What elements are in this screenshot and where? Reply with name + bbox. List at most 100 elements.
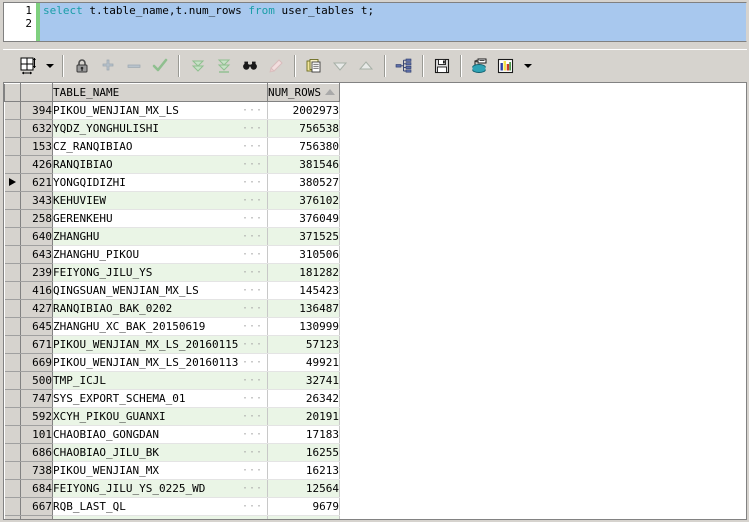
- cell-expand-ellipsis[interactable]: ···: [242, 480, 263, 497]
- row-marker[interactable]: [4, 317, 21, 336]
- cell-expand-ellipsis[interactable]: ···: [242, 282, 263, 299]
- cell-table-name[interactable]: RQB_GQSJ ···: [52, 515, 268, 519]
- row-marker[interactable]: [4, 425, 21, 444]
- cell-expand-ellipsis[interactable]: ···: [242, 318, 263, 335]
- cell-num-rows[interactable]: 136487: [267, 299, 340, 318]
- row-marker[interactable]: [4, 371, 21, 390]
- cell-num-rows[interactable]: 130999: [267, 317, 340, 336]
- table-row[interactable]: 426 RANQIBIAO ··· 381546: [4, 155, 340, 174]
- cell-num-rows[interactable]: 9679: [267, 497, 340, 516]
- column-header-table-name[interactable]: TABLE_NAME: [52, 83, 268, 102]
- cell-table-name[interactable]: FEIYONG_JILU_YS ···: [52, 263, 268, 282]
- delete-row-icon[interactable]: [121, 53, 147, 79]
- row-marker[interactable]: [4, 497, 21, 516]
- cell-table-name[interactable]: TMP_ICJL ···: [52, 371, 268, 390]
- cell-num-rows[interactable]: 49921: [267, 353, 340, 372]
- row-marker[interactable]: [4, 479, 21, 498]
- row-marker[interactable]: [4, 155, 21, 174]
- cell-expand-ellipsis[interactable]: ···: [242, 228, 263, 245]
- cell-expand-ellipsis[interactable]: ···: [242, 174, 263, 191]
- table-row[interactable]: 686 CHAOBIAO_JILU_BK ··· 16255: [4, 443, 340, 462]
- cell-expand-ellipsis[interactable]: ···: [242, 354, 263, 371]
- row-marker[interactable]: [4, 335, 21, 354]
- cell-expand-ellipsis[interactable]: ···: [242, 426, 263, 443]
- table-row[interactable]: 643 ZHANGHU_PIKOU ··· 310506: [4, 245, 340, 264]
- cell-expand-ellipsis[interactable]: ···: [242, 264, 263, 281]
- cell-expand-ellipsis[interactable]: ···: [242, 138, 263, 155]
- row-marker[interactable]: [4, 389, 21, 408]
- table-row[interactable]: 640 ZHANGHU ··· 371525: [4, 227, 340, 246]
- cell-table-name[interactable]: PIKOU_WENJIAN_MX_LS_20160115 ···: [52, 335, 268, 354]
- results-grid[interactable]: TABLE_NAME NUM_ROWS 394 PIKOU_WENJIAN_MX_…: [3, 82, 747, 520]
- sql-text-area[interactable]: select t.table_name,t.num_rows from user…: [40, 3, 746, 41]
- post-changes-icon[interactable]: [147, 53, 173, 79]
- table-row[interactable]: 101 CHAOBIAO_GONGDAN ··· 17183: [4, 425, 340, 444]
- cell-num-rows[interactable]: 756538: [267, 119, 340, 138]
- cell-expand-ellipsis[interactable]: ···: [242, 246, 263, 263]
- cell-num-rows[interactable]: 310506: [267, 245, 340, 264]
- cell-table-name[interactable]: ZHANGHU_XC_BAK_20150619 ···: [52, 317, 268, 336]
- table-row[interactable]: 343 KEHUVIEW ··· 376102: [4, 191, 340, 210]
- row-marker[interactable]: [4, 137, 21, 156]
- cell-num-rows[interactable]: 2002973: [267, 101, 340, 120]
- cell-expand-ellipsis[interactable]: ···: [242, 102, 263, 119]
- cell-num-rows[interactable]: 17183: [267, 425, 340, 444]
- cell-expand-ellipsis[interactable]: ···: [242, 336, 263, 353]
- cell-expand-ellipsis[interactable]: ···: [242, 516, 263, 519]
- cell-expand-ellipsis[interactable]: ···: [242, 372, 263, 389]
- table-row[interactable]: 671 PIKOU_WENJIAN_MX_LS_20160115 ··· 57123: [4, 335, 340, 354]
- row-marker[interactable]: [4, 299, 21, 318]
- table-row[interactable]: 666RQB_GQSJ ··· 9660: [4, 515, 340, 519]
- cell-table-name[interactable]: RANQIBIAO ···: [52, 155, 268, 174]
- lock-icon[interactable]: [69, 53, 95, 79]
- cell-num-rows[interactable]: 20191: [267, 407, 340, 426]
- row-marker[interactable]: [4, 281, 21, 300]
- copy-to-clipboard-icon[interactable]: [301, 53, 327, 79]
- cell-table-name[interactable]: KEHUVIEW ···: [52, 191, 268, 210]
- cell-table-name[interactable]: CHAOBIAO_JILU_BK ···: [52, 443, 268, 462]
- print-preview-icon[interactable]: [467, 53, 493, 79]
- cell-num-rows[interactable]: 16255: [267, 443, 340, 462]
- cell-table-name[interactable]: PIKOU_WENJIAN_MX ···: [52, 461, 268, 480]
- row-marker[interactable]: [4, 515, 21, 519]
- row-marker[interactable]: [4, 191, 21, 210]
- cell-table-name[interactable]: YONGQIDIZHI ···: [52, 173, 268, 192]
- cell-expand-ellipsis[interactable]: ···: [242, 462, 263, 479]
- table-row[interactable]: 738 PIKOU_WENJIAN_MX ··· 16213: [4, 461, 340, 480]
- chart-caret-icon[interactable]: [519, 53, 535, 79]
- cell-table-name[interactable]: FEIYONG_JILU_YS_0225_WD ···: [52, 479, 268, 498]
- table-row[interactable]: 416 QINGSUAN_WENJIAN_MX_LS ··· 145423: [4, 281, 340, 300]
- row-marker[interactable]: [4, 443, 21, 462]
- table-row[interactable]: 667 RQB_LAST_QL ··· 9679: [4, 497, 340, 516]
- cell-num-rows[interactable]: 26342: [267, 389, 340, 408]
- cell-num-rows[interactable]: 381546: [267, 155, 340, 174]
- cell-expand-ellipsis[interactable]: ···: [242, 408, 263, 425]
- table-row[interactable]: 239 FEIYONG_JILU_YS ··· 181282: [4, 263, 340, 282]
- table-row[interactable]: 684 FEIYONG_JILU_YS_0225_WD ··· 12564: [4, 479, 340, 498]
- save-icon[interactable]: [429, 53, 455, 79]
- cell-num-rows[interactable]: 376049: [267, 209, 340, 228]
- row-marker[interactable]: [4, 119, 21, 138]
- cell-table-name[interactable]: CHAOBIAO_GONGDAN ···: [52, 425, 268, 444]
- cell-table-name[interactable]: XCYH_PIKOU_GUANXI ···: [52, 407, 268, 426]
- cell-table-name[interactable]: ZHANGHU_PIKOU ···: [52, 245, 268, 264]
- cell-expand-ellipsis[interactable]: ···: [242, 210, 263, 227]
- cell-expand-ellipsis[interactable]: ···: [242, 120, 263, 137]
- sql-editor[interactable]: 1 2 select t.table_name,t.num_rows from …: [3, 2, 747, 42]
- fetch-next-page-icon[interactable]: [185, 53, 211, 79]
- table-row[interactable]: 427 RANQIBIAO_BAK_0202 ··· 136487: [4, 299, 340, 318]
- row-marker[interactable]: [4, 263, 21, 282]
- cell-table-name[interactable]: RQB_LAST_QL ···: [52, 497, 268, 516]
- table-row[interactable]: 153 CZ_RANQIBIAO ··· 756380: [4, 137, 340, 156]
- row-marker[interactable]: [4, 245, 21, 264]
- cell-expand-ellipsis[interactable]: ···: [242, 390, 263, 407]
- hierarchy-icon[interactable]: [391, 53, 417, 79]
- grid-layout-icon[interactable]: [15, 53, 41, 79]
- cell-num-rows[interactable]: 380527: [267, 173, 340, 192]
- table-row[interactable]: 500 TMP_ICJL ··· 32741: [4, 371, 340, 390]
- cell-table-name[interactable]: RANQIBIAO_BAK_0202 ···: [52, 299, 268, 318]
- cell-table-name[interactable]: QINGSUAN_WENJIAN_MX_LS ···: [52, 281, 268, 300]
- cell-table-name[interactable]: YQDZ_YONGHULISHI ···: [52, 119, 268, 138]
- table-row[interactable]: 394 PIKOU_WENJIAN_MX_LS ··· 2002973: [4, 101, 340, 120]
- cell-expand-ellipsis[interactable]: ···: [242, 300, 263, 317]
